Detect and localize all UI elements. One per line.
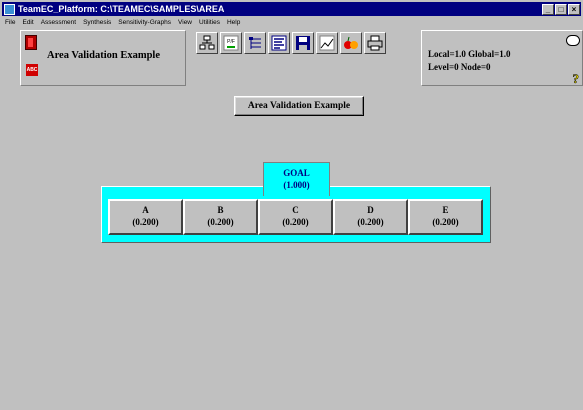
tree-outline-icon [249,37,261,49]
printer-icon [367,35,383,51]
level-node-indicator: Level=0 Node=0 [428,62,491,72]
model-info-panel: ABC Area Validation Example [20,30,186,86]
pf-tool-button[interactable]: P/F [220,32,242,54]
list-icon [271,35,287,51]
node-b-label: B [217,205,224,215]
toolbar: P/F [196,32,386,54]
menu-utilities[interactable]: Utilities [196,19,224,26]
node-b-value: (0.200) [207,217,234,227]
menu-edit[interactable]: Edit [19,19,37,26]
node-e-value: (0.200) [432,217,459,227]
close-button[interactable]: × [568,3,580,15]
maximize-button[interactable]: □ [555,3,567,15]
model-title-button[interactable]: Area Validation Example [234,96,364,116]
node-e-label: E [442,205,449,215]
book-icon[interactable] [25,35,37,50]
minimize-button[interactable]: _ [542,3,554,15]
abc-icon[interactable]: ABC [26,64,38,76]
list-tool-button[interactable] [268,32,290,54]
floppy-disk-icon [296,36,310,50]
fruit-tool-button[interactable] [340,32,362,54]
pf-icon: P/F [223,35,239,51]
menu-synthesis[interactable]: Synthesis [80,19,115,26]
menu-assessment[interactable]: Assessment [38,19,80,26]
node-b[interactable]: B (0.200) [183,199,258,235]
menu-help[interactable]: Help [224,19,244,26]
speech-bubble-icon[interactable] [566,35,580,46]
window-title: TeamEC_Platform: C:\TEAMEC\SAMPLES\AREA [18,4,225,14]
help-icon[interactable]: ? [572,71,579,87]
goal-value: (1.000) [283,180,310,190]
menu-sensitivity-graphs[interactable]: Sensitivity-Graphs [115,19,175,26]
goal-node[interactable]: GOAL (1.000) [263,162,330,196]
print-tool-button[interactable] [364,32,386,54]
line-chart-icon [319,35,335,51]
apple-orange-icon [344,36,358,49]
hierarchy-icon [199,35,215,50]
node-a[interactable]: A (0.200) [108,199,183,235]
node-d-label: D [367,205,374,215]
model-name-label: Area Validation Example [47,50,160,61]
menu-bar: File Edit Assessment Synthesis Sensitivi… [2,17,581,28]
node-d[interactable]: D (0.200) [333,199,408,235]
node-a-label: A [142,205,149,215]
node-c-value: (0.200) [282,217,309,227]
app-icon[interactable] [4,3,15,15]
node-a-value: (0.200) [132,217,159,227]
goal-label: GOAL [283,168,310,178]
node-c-label: C [292,205,299,215]
node-d-value: (0.200) [357,217,384,227]
menu-view[interactable]: View [175,19,196,26]
window-titlebar[interactable]: TeamEC_Platform: C:\TEAMEC\SAMPLES\AREA … [2,2,581,16]
node-c[interactable]: C (0.200) [258,199,333,235]
node-e[interactable]: E (0.200) [408,199,483,235]
node-status-panel: Local=1.0 Global=1.0 Level=0 Node=0 ? [421,30,583,86]
svg-text:P/F: P/F [227,39,235,45]
save-tool-button[interactable] [292,32,314,54]
tree-tool-button[interactable] [244,32,266,54]
hierarchy-tool-button[interactable] [196,32,218,54]
chart-tool-button[interactable] [316,32,338,54]
menu-file[interactable]: File [2,19,19,26]
local-global-priority: Local=1.0 Global=1.0 [428,49,511,59]
